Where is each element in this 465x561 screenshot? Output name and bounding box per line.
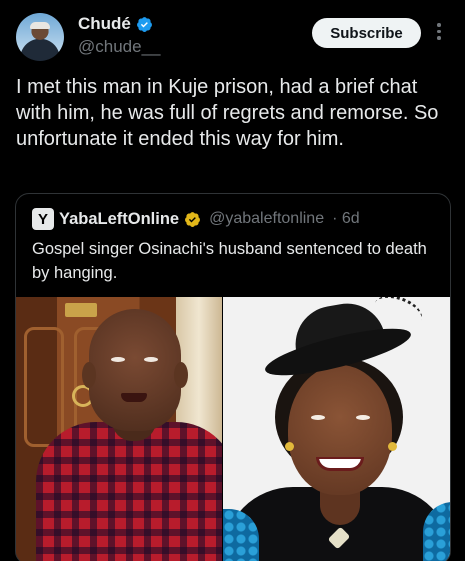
man-eye [144,357,158,362]
quoted-author-handle[interactable]: @yabaleftonline [209,210,324,228]
quoted-timestamp[interactable]: · 6d [332,210,360,228]
author-name[interactable]: Chudé [78,14,131,34]
subscribe-button[interactable]: Subscribe [312,18,421,48]
quoted-text: Gospel singer Osinachi's husband sentenc… [32,240,427,282]
woman-face [288,365,392,495]
quoted-header: Y YabaLeftOnline @yabaleftonline · 6d [32,208,360,230]
plaid-shirt [36,422,222,561]
door-panel [24,327,64,447]
quoted-author-name[interactable]: YabaLeftOnline [59,210,179,229]
quoted-image-woman[interactable] [223,297,450,561]
quoted-avatar[interactable]: Y [32,208,54,230]
woman-eye [356,415,370,420]
author-handle[interactable]: @chude__ [78,37,161,57]
man-ear [82,362,96,388]
quoted-image-man[interactable] [16,297,222,561]
man-eye [111,357,125,362]
author-name-row[interactable]: Chudé [78,14,153,34]
post-header: Chudé @chude__ Subscribe [0,0,465,68]
verified-badge-icon [136,16,152,32]
woman-eye [311,415,325,420]
man-head [89,309,181,431]
post-text: I met this man in Kuje prison, had a bri… [16,76,439,150]
door-plaque [65,303,97,317]
man-ear [174,362,188,388]
earring [285,442,294,451]
quoted-post[interactable]: Y YabaLeftOnline @yabaleftonline · 6d Go… [15,193,451,561]
man-mouth [121,393,147,402]
woman-smile [316,457,364,471]
more-vertical-icon[interactable] [432,20,446,46]
earring [388,442,397,451]
author-avatar[interactable] [16,13,64,61]
gold-verified-badge-icon [185,211,201,227]
